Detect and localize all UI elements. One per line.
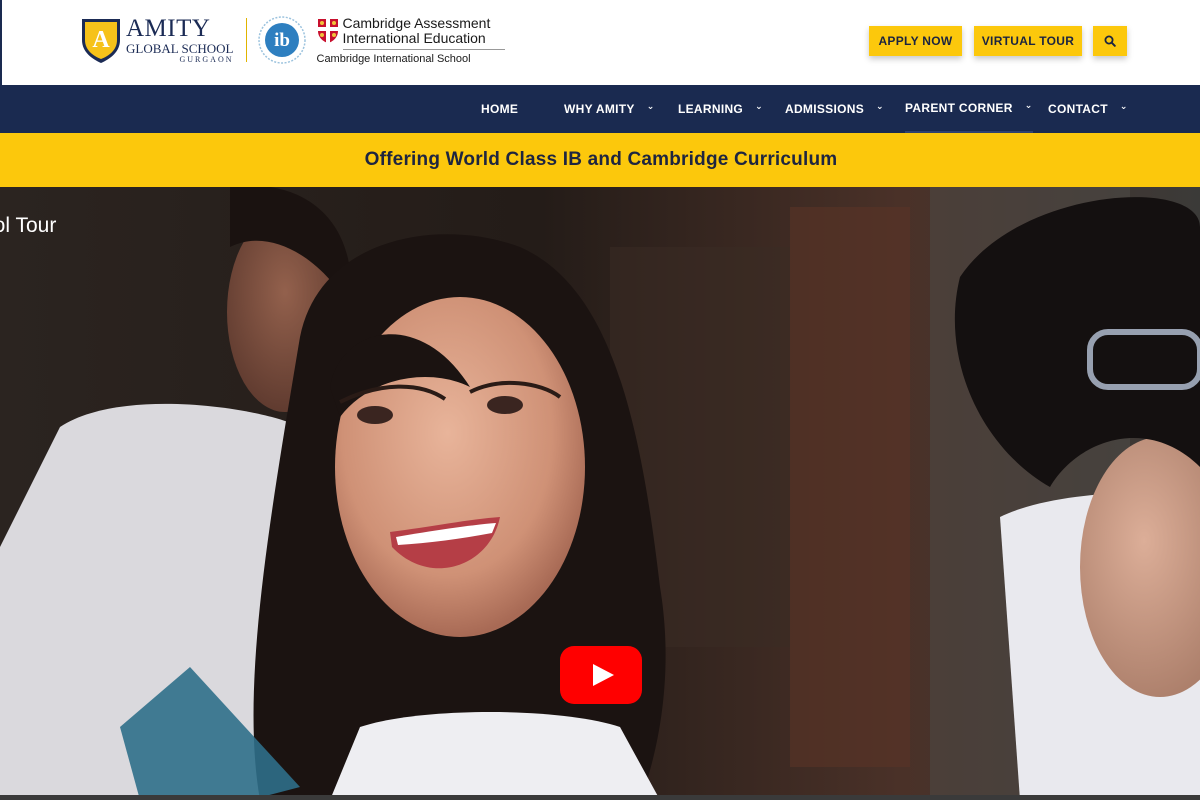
chevron-down-icon: ⌄: [1024, 99, 1033, 110]
amity-city: GURGAON: [179, 55, 234, 64]
banner-text: Offering World Class IB and Cambridge Cu…: [364, 149, 838, 170]
cambridge-logo[interactable]: Cambridge Assessment International Educa…: [317, 14, 505, 65]
amity-subtitle: GLOBAL SCHOOL: [126, 41, 234, 56]
cambridge-shield-icon: [317, 18, 338, 43]
nav-item-home[interactable]: HOME: [481, 85, 518, 133]
search-icon: [1104, 35, 1116, 47]
ib-logo-text: ib: [274, 30, 290, 51]
video-title: ool Tour: [0, 214, 57, 237]
video-player[interactable]: ool Tour: [0, 187, 1200, 800]
nav-item-why-amity[interactable]: WHY AMITY ⌄: [564, 85, 655, 133]
nav-item-label: ADMISSIONS: [785, 102, 865, 116]
apply-now-button[interactable]: APPLY NOW: [869, 26, 962, 56]
chevron-down-icon: ⌄: [1119, 100, 1128, 111]
bottom-bar: [0, 795, 1200, 800]
amity-name: AMITY: [126, 15, 211, 42]
logo-group: A AMITY GLOBAL SCHOOL GURGAON ib Cambrid…: [80, 12, 505, 68]
amity-shield-icon: A: [82, 19, 120, 63]
site-header: A AMITY GLOBAL SCHOOL GURGAON ib Cambrid…: [0, 0, 1200, 85]
nav-item-contact[interactable]: CONTACT ⌄: [1048, 85, 1128, 133]
nav-item-label: PARENT CORNER: [905, 101, 1013, 115]
youtube-play-icon[interactable]: [560, 646, 642, 704]
logo-divider: [245, 18, 247, 62]
nav-item-label: WHY AMITY: [564, 102, 635, 116]
cambridge-line1: Cambridge Assessment: [342, 14, 491, 31]
cambridge-rule: [342, 48, 505, 50]
search-button[interactable]: [1093, 26, 1127, 56]
amity-badge-letter: A: [92, 27, 110, 53]
cambridge-wordmark: Cambridge Assessment International Educa…: [317, 14, 505, 65]
virtual-tour-button[interactable]: VIRTUAL TOUR: [974, 26, 1082, 56]
nav-item-label: HOME: [481, 102, 519, 116]
chevron-down-icon: ⌄: [876, 100, 884, 111]
amity-logo[interactable]: A AMITY GLOBAL SCHOOL GURGAON: [80, 16, 234, 64]
ib-logo-icon[interactable]: ib: [257, 15, 307, 65]
amity-wordmark: AMITY GLOBAL SCHOOL GURGAON: [126, 16, 234, 64]
nav-item-admissions[interactable]: ADMISSIONS ⌄: [785, 85, 884, 133]
cambridge-line2: International Education: [342, 29, 486, 46]
chevron-down-icon: ⌄: [755, 100, 763, 111]
curriculum-banner: Offering World Class IB and Cambridge Cu…: [0, 133, 1200, 187]
video-thumbnail: [0, 187, 1200, 800]
nav-item-parent-corner[interactable]: PARENT CORNER ⌄: [905, 85, 1033, 133]
nav-item-learning[interactable]: LEARNING ⌄: [678, 85, 763, 133]
cambridge-line3: Cambridge International School: [316, 52, 471, 65]
chevron-down-icon: ⌄: [646, 100, 655, 111]
nav-item-label: CONTACT: [1048, 102, 1108, 116]
nav-item-label: LEARNING: [678, 102, 744, 116]
main-nav: HOME WHY AMITY ⌄ LEARNING ⌄ ADMISSIONS ⌄…: [0, 85, 1200, 133]
